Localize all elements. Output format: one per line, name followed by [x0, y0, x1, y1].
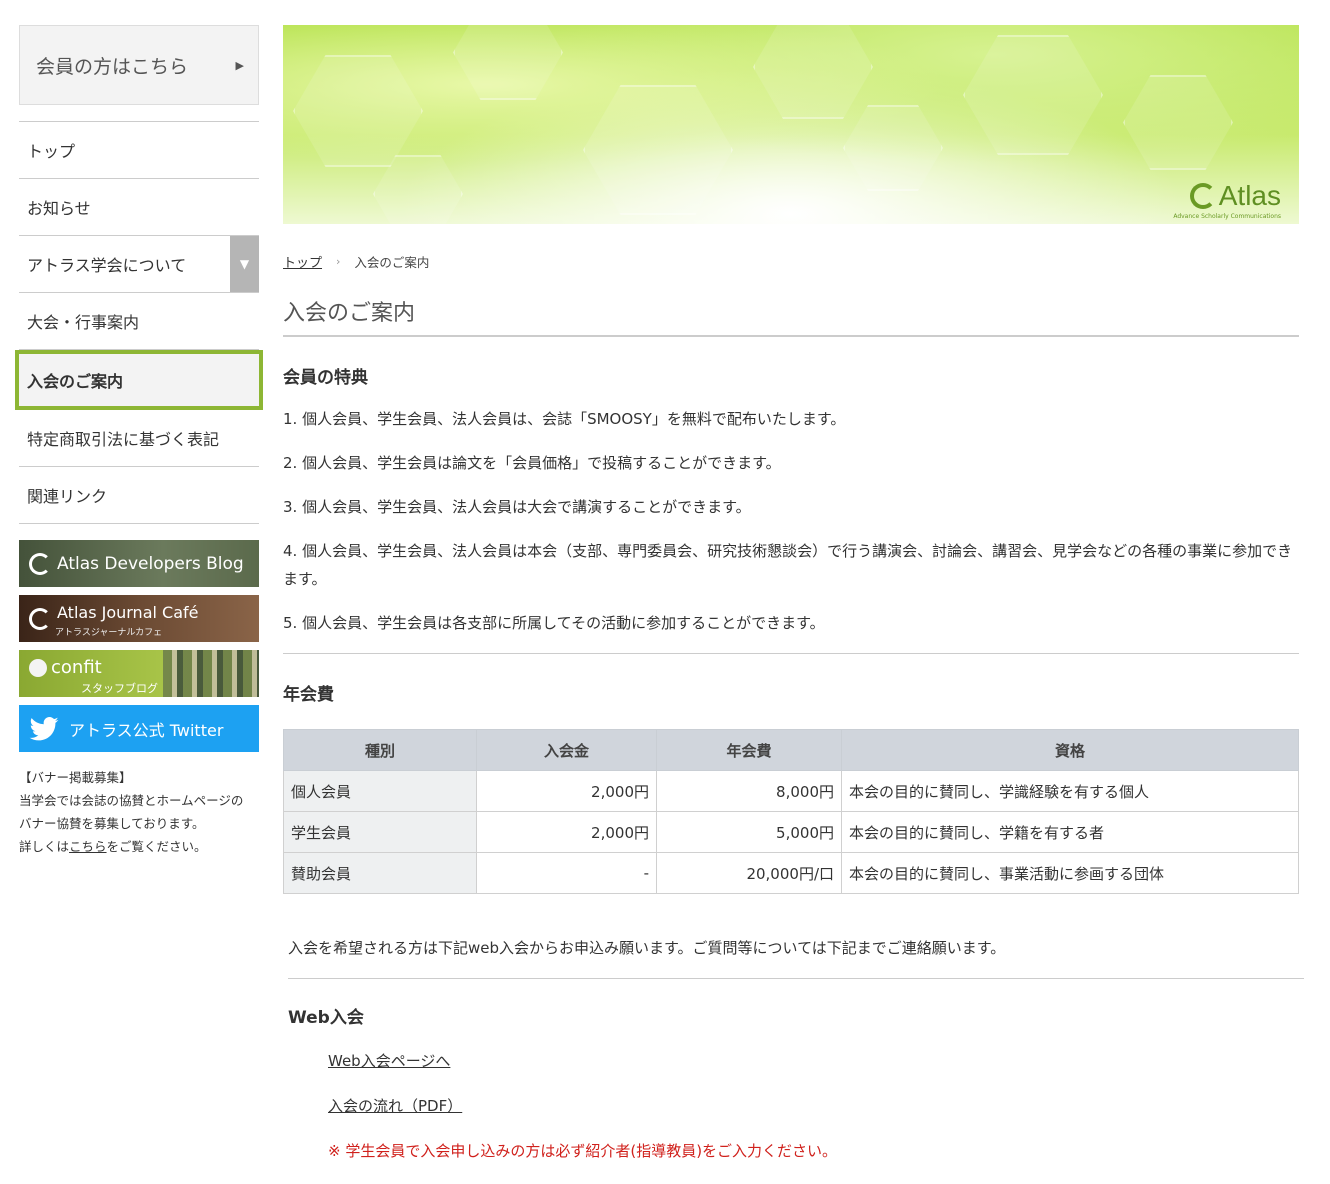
table-row: 個人会員 2,000円 8,000円 本会の目的に賛同し、学識経験を有する個人 — [283, 770, 1299, 812]
sidebar-item-membership[interactable]: 入会のご案内 — [15, 350, 263, 410]
sidebar-item-links[interactable]: 関連リンク — [19, 467, 259, 524]
chevron-down-icon[interactable]: ▼ — [230, 236, 259, 292]
hero-hexagon — [753, 25, 873, 119]
cell-kind: 学生会員 — [283, 811, 477, 853]
breadcrumb: トップ › 入会のご案内 — [283, 252, 1299, 271]
cell-annual-fee: 8,000円 — [656, 770, 842, 812]
web-apply-heading: Web入会 — [288, 1008, 364, 1028]
sidebar-item-legal[interactable]: 特定商取引法に基づく表記 — [19, 410, 259, 467]
atlas-brand-logo: Atlas Advance Scholarly Communications — [1173, 180, 1281, 220]
benefits-heading: 会員の特典 — [283, 368, 368, 388]
notice-text-pre: 詳しくは — [19, 839, 70, 854]
sidebar-item-about[interactable]: アトラス学会について ▼ — [19, 236, 259, 293]
notice-heading: 【バナー掲載募集】 — [19, 770, 132, 785]
benefit-item: 2. 個人会員、学生会員は論文を「会員価格」で投稿することができます。 — [283, 454, 781, 472]
fees-table: 種別 入会金 年会費 資格 個人会員 2,000円 8,000円 本会の目的に賛… — [283, 729, 1299, 894]
sidebar-item-label: 入会のご案内 — [27, 372, 124, 391]
banner-title: confit — [51, 657, 102, 678]
atlas-logo-icon — [1189, 183, 1216, 209]
breadcrumb-home-link[interactable]: トップ — [283, 252, 322, 271]
banner-journal-cafe[interactable]: Atlas Journal Café アトラスジャーナルカフェ — [19, 595, 259, 642]
cell-kind: 個人会員 — [283, 770, 477, 812]
banner-developers-blog[interactable]: Atlas Developers Blog — [19, 540, 259, 587]
notice-text: バナー協賛を募集しております。 — [19, 816, 205, 831]
apply-section: 入会を希望される方は下記web入会からお申込み願います。ご質問等については下記ま… — [288, 937, 1304, 1161]
apply-intro: 入会を希望される方は下記web入会からお申込み願います。ご質問等については下記ま… — [288, 937, 1304, 979]
hero-hexagon — [453, 25, 563, 100]
sidebar-item-events[interactable]: 大会・行事案内 — [19, 293, 259, 350]
main-content: Atlas Advance Scholarly Communications ト… — [283, 25, 1299, 894]
cell-qualification: 本会の目的に賛同し、学籍を有する者 — [841, 811, 1299, 853]
fees-heading: 年会費 — [283, 685, 334, 705]
notice-text: 詳しくはこちらをご覧ください。 — [19, 835, 259, 858]
web-apply-link[interactable]: Web入会ページへ — [328, 1050, 1304, 1071]
sidebar-item-label: お知らせ — [27, 199, 91, 218]
column-header-annual-fee: 年会費 — [656, 729, 842, 771]
table-header-row: 種別 入会金 年会費 資格 — [283, 729, 1299, 771]
column-header-kind: 種別 — [283, 729, 477, 771]
cell-qualification: 本会の目的に賛同し、事業活動に参画する団体 — [841, 852, 1299, 894]
student-warning: ※ 学生会員で入会申し込みの方は必ず紹介者(指導教員)をご入力ください。 — [328, 1142, 838, 1160]
sidebar-item-top[interactable]: トップ — [19, 122, 259, 179]
benefit-item: 3. 個人会員、学生会員、法人会員は大会で講演することができます。 — [283, 498, 751, 516]
benefits-list: 1. 個人会員、学生会員、法人会員は、会誌「SMOOSY」を無料で配布いたします… — [283, 405, 1299, 637]
table-row: 賛助会員 - 20,000円/口 本会の目的に賛同し、事業活動に参画する団体 — [283, 852, 1299, 894]
notice-text-post: をご覧ください。 — [106, 839, 207, 854]
divider — [283, 653, 1299, 654]
banner-subtitle: アトラスジャーナルカフェ — [55, 628, 163, 638]
hero-hexagon — [583, 85, 733, 215]
column-header-entry-fee: 入会金 — [476, 729, 657, 771]
sidebar-item-label: トップ — [27, 142, 76, 161]
arrow-right-icon: ▶ — [235, 58, 244, 72]
table-row: 学生会員 2,000円 5,000円 本会の目的に賛同し、学籍を有する者 — [283, 811, 1299, 853]
benefit-item: 5. 個人会員、学生会員は各支部に所属してその活動に参加することができます。 — [283, 614, 825, 632]
sidebar-nav: トップ お知らせ アトラス学会について ▼ 大会・行事案内 入会のご案内 特定商… — [15, 121, 263, 524]
confit-duck-icon — [29, 658, 47, 677]
breadcrumb-separator-icon: › — [336, 255, 341, 268]
hero-hexagon — [963, 35, 1103, 155]
sidebar-item-label: 関連リンク — [27, 487, 108, 506]
benefit-item: 1. 個人会員、学生会員、法人会員は、会誌「SMOOSY」を無料で配布いたします… — [283, 410, 846, 428]
hero-banner: Atlas Advance Scholarly Communications — [283, 25, 1299, 224]
brand-name: Atlas — [1218, 180, 1281, 211]
banner-title: Atlas Journal Café — [57, 603, 199, 622]
banner-title: Atlas Developers Blog — [57, 553, 244, 574]
brand-tagline: Advance Scholarly Communications — [1173, 213, 1281, 220]
sidebar: 会員の方はこちら ▶ トップ お知らせ アトラス学会について ▼ 大会・行事案内… — [15, 25, 263, 858]
breadcrumb-current: 入会のご案内 — [354, 255, 430, 270]
staff-photo — [163, 650, 259, 697]
cell-entry-fee: 2,000円 — [476, 811, 657, 853]
banner-confit[interactable]: confit スタッフブログ — [19, 650, 259, 697]
banner-list: Atlas Developers Blog Atlas Journal Café… — [19, 540, 259, 752]
cell-annual-fee: 5,000円 — [656, 811, 842, 853]
notice-link[interactable]: こちら — [69, 839, 107, 854]
member-login-button[interactable]: 会員の方はこちら ▶ — [19, 25, 259, 105]
banner-title: アトラス公式 Twitter — [69, 720, 224, 740]
atlas-logo-icon — [29, 552, 51, 575]
twitter-bird-icon — [29, 716, 59, 740]
notice-text: 当学会では会誌の協賛とホームページの — [19, 793, 244, 808]
cell-qualification: 本会の目的に賛同し、学識経験を有する個人 — [841, 770, 1299, 812]
sidebar-item-label: アトラス学会について — [27, 256, 187, 275]
banner-subtitle: スタッフブログ — [81, 682, 158, 695]
sidebar-item-news[interactable]: お知らせ — [19, 179, 259, 236]
cell-annual-fee: 20,000円/口 — [656, 852, 842, 894]
sidebar-item-label: 特定商取引法に基づく表記 — [27, 430, 220, 449]
cell-kind: 賛助会員 — [283, 852, 477, 894]
page-title: 入会のご案内 — [283, 295, 1299, 337]
benefit-item: 4. 個人会員、学生会員、法人会員は本会（支部、専門委員会、研究技術懇談会）で行… — [283, 542, 1293, 588]
atlas-logo-icon — [29, 607, 51, 630]
sidebar-item-label: 大会・行事案内 — [27, 313, 140, 332]
cell-entry-fee: - — [476, 852, 657, 894]
apply-links: Web入会ページへ 入会の流れ（PDF） ※ 学生会員で入会申し込みの方は必ず紹… — [328, 1050, 1304, 1161]
apply-flow-pdf-link[interactable]: 入会の流れ（PDF） — [328, 1095, 1304, 1116]
banner-twitter[interactable]: アトラス公式 Twitter — [19, 705, 259, 752]
cell-entry-fee: 2,000円 — [476, 770, 657, 812]
banner-ad-notice: 【バナー掲載募集】 当学会では会誌の協賛とホームページの バナー協賛を募集してお… — [19, 766, 259, 858]
hero-hexagon — [1123, 75, 1233, 170]
hero-hexagon — [843, 105, 943, 191]
member-login-label: 会員の方はこちら — [36, 55, 189, 78]
hero-hexagon — [293, 55, 423, 167]
column-header-qualification: 資格 — [841, 729, 1299, 771]
